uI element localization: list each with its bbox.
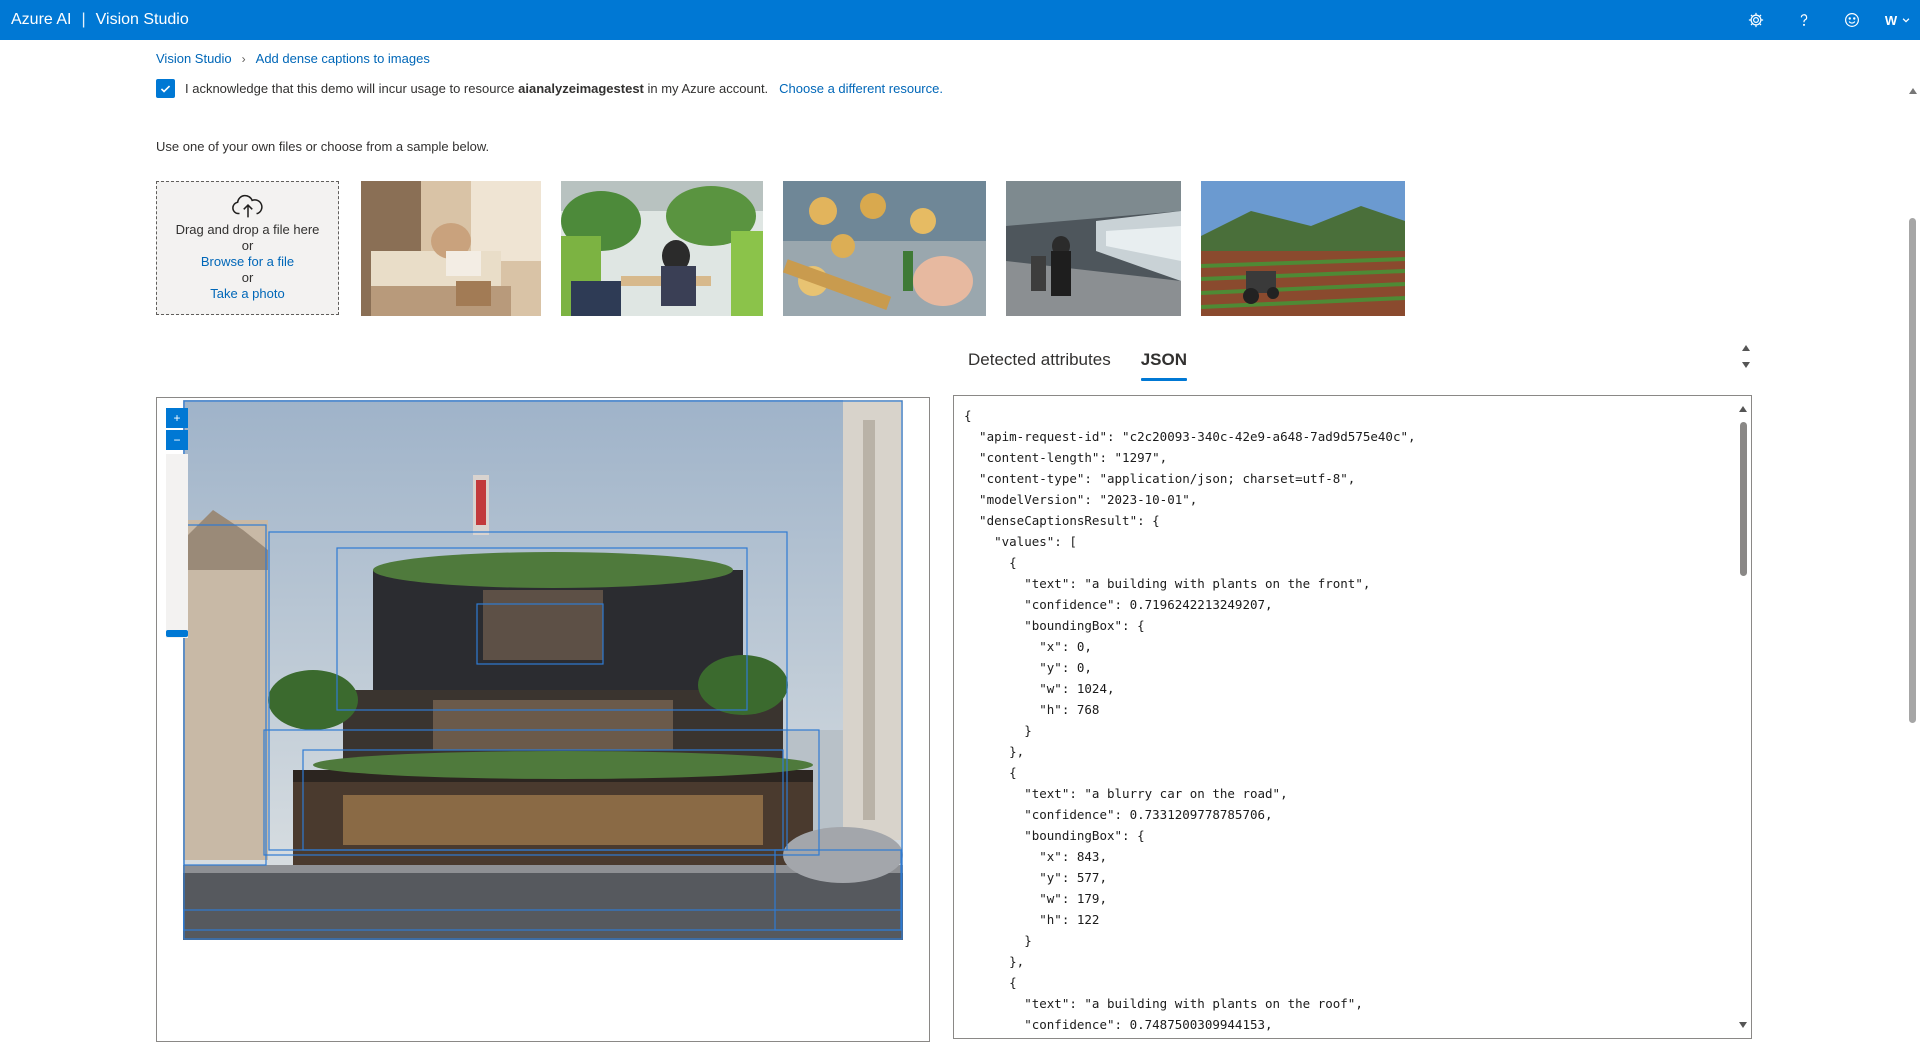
analyzed-image xyxy=(183,400,903,940)
acknowledge-checkbox[interactable] xyxy=(156,79,175,98)
json-line: { xyxy=(964,555,1017,570)
page-scrollbar[interactable] xyxy=(1906,40,1920,1039)
zoom-slider-handle[interactable] xyxy=(166,630,188,637)
scroll-thumb[interactable] xyxy=(1909,218,1916,723)
upload-dropzone[interactable]: Drag and drop a file here or Browse for … xyxy=(156,181,339,315)
sample-image-pasta[interactable] xyxy=(783,181,986,316)
zoom-controls: + − xyxy=(166,408,188,638)
json-scroll-thumb[interactable] xyxy=(1740,422,1747,576)
json-line: "x": 0, xyxy=(964,639,1092,654)
sample-image-bedroom[interactable] xyxy=(361,181,541,316)
or-text-2: or xyxy=(241,270,254,285)
json-output: { "apim-request-id": "c2c20093-340c-42e9… xyxy=(954,396,1751,1035)
json-line: }, xyxy=(964,744,1025,759)
ack-resource-name: aianalyzeimagestest xyxy=(518,81,644,96)
ack-text-suffix: in my Azure account. xyxy=(647,81,769,96)
checkmark-icon xyxy=(160,85,171,93)
drag-drop-text: Drag and drop a file here xyxy=(175,222,320,237)
top-bar: Azure AI | Vision Studio W xyxy=(0,0,1920,40)
json-line: "content-type": "application/json; chars… xyxy=(964,471,1356,486)
json-line: "text": "a building with plants on the f… xyxy=(964,576,1371,591)
zoom-out-button[interactable]: − xyxy=(166,430,188,450)
brand-separator: | xyxy=(81,11,86,28)
json-line: "denseCaptionsResult": { xyxy=(964,513,1160,528)
breadcrumb-vision-studio[interactable]: Vision Studio xyxy=(156,51,232,66)
json-scroll-up-icon[interactable] xyxy=(1739,406,1747,412)
intro-text: Use one of your own files or choose from… xyxy=(156,139,490,154)
product-name: Vision Studio xyxy=(95,11,189,28)
json-line: } xyxy=(964,933,1032,948)
tab-json[interactable]: JSON xyxy=(1140,350,1188,381)
breadcrumb: Vision Studio › Add dense captions to im… xyxy=(156,51,430,66)
feedback-button[interactable] xyxy=(1828,0,1876,40)
json-line: "confidence": 0.7331209778785706, xyxy=(964,807,1273,822)
json-line: "boundingBox": { xyxy=(964,618,1145,633)
chevron-down-icon xyxy=(1902,18,1910,23)
json-scroll-down-icon[interactable] xyxy=(1739,1022,1747,1028)
sample-image-train-station[interactable] xyxy=(1006,181,1181,316)
plus-icon: + xyxy=(173,411,181,425)
ack-text-prefix: I acknowledge that this demo will incur … xyxy=(185,81,515,96)
json-line: "confidence": 0.7487500309944153, xyxy=(964,1017,1273,1032)
cloud-upload-icon xyxy=(231,194,263,218)
tab-scroll-up-icon[interactable] xyxy=(1742,345,1750,351)
help-button[interactable] xyxy=(1780,0,1828,40)
json-line: "text": "a building with plants on the r… xyxy=(964,996,1363,1011)
or-text-1: or xyxy=(241,238,254,253)
account-menu[interactable]: W xyxy=(1876,0,1920,40)
json-line: } xyxy=(964,723,1032,738)
json-line: { xyxy=(964,975,1017,990)
tab-scroll-down-icon[interactable] xyxy=(1742,362,1750,368)
zoom-slider[interactable] xyxy=(166,454,188,638)
brand[interactable]: Azure AI | Vision Studio xyxy=(11,11,189,29)
brand-name: Azure AI xyxy=(11,11,72,28)
json-line: "modelVersion": "2023-10-01", xyxy=(964,492,1198,507)
json-line: "content-length": "1297", xyxy=(964,450,1168,465)
user-initial: W xyxy=(1884,12,1898,28)
tab-scroll-controls xyxy=(1742,345,1750,368)
json-line: "y": 577, xyxy=(964,870,1107,885)
json-line: { xyxy=(964,408,972,423)
json-line: "w": 179, xyxy=(964,891,1107,906)
minus-icon: − xyxy=(173,433,181,447)
json-line: "confidence": 0.7196242213249207, xyxy=(964,597,1273,612)
result-tabs: Detected attributes JSON xyxy=(968,350,1217,381)
zoom-in-button[interactable]: + xyxy=(166,408,188,428)
acknowledgement: I acknowledge that this demo will incur … xyxy=(156,79,943,98)
browse-file-link[interactable]: Browse for a file xyxy=(201,254,294,270)
breadcrumb-dense-captions[interactable]: Add dense captions to images xyxy=(256,51,430,66)
take-photo-link[interactable]: Take a photo xyxy=(210,286,284,302)
settings-button[interactable] xyxy=(1732,0,1780,40)
json-output-panel[interactable]: { "apim-request-id": "c2c20093-340c-42e9… xyxy=(953,395,1752,1039)
image-preview-panel: + − xyxy=(156,397,930,1042)
help-icon xyxy=(1800,14,1808,26)
json-line: "apim-request-id": "c2c20093-340c-42e9-a… xyxy=(964,429,1416,444)
json-line: { xyxy=(964,765,1017,780)
json-line: "text": "a blurry car on the road", xyxy=(964,786,1288,801)
gear-icon xyxy=(1748,12,1764,28)
json-line: "y": 0, xyxy=(964,660,1092,675)
topbar-actions: W xyxy=(1732,0,1920,40)
choose-resource-link[interactable]: Choose a different resource. xyxy=(779,81,943,96)
sample-image-office[interactable] xyxy=(561,181,763,316)
json-line: "boundingBox": { xyxy=(964,828,1145,843)
tab-detected-attributes[interactable]: Detected attributes xyxy=(968,350,1111,378)
json-scrollbar[interactable] xyxy=(1735,396,1751,1038)
json-line: }, xyxy=(964,954,1025,969)
json-line: "w": 1024, xyxy=(964,681,1115,696)
json-line: "h": 122 xyxy=(964,912,1100,927)
scroll-up-icon[interactable] xyxy=(1909,88,1917,94)
json-line: "h": 768 xyxy=(964,702,1100,717)
sample-image-farm[interactable] xyxy=(1201,181,1405,316)
json-line: "values": [ xyxy=(964,534,1077,549)
chevron-right-icon: › xyxy=(241,51,246,66)
smiley-icon xyxy=(1845,13,1859,27)
json-line: "x": 843, xyxy=(964,849,1107,864)
